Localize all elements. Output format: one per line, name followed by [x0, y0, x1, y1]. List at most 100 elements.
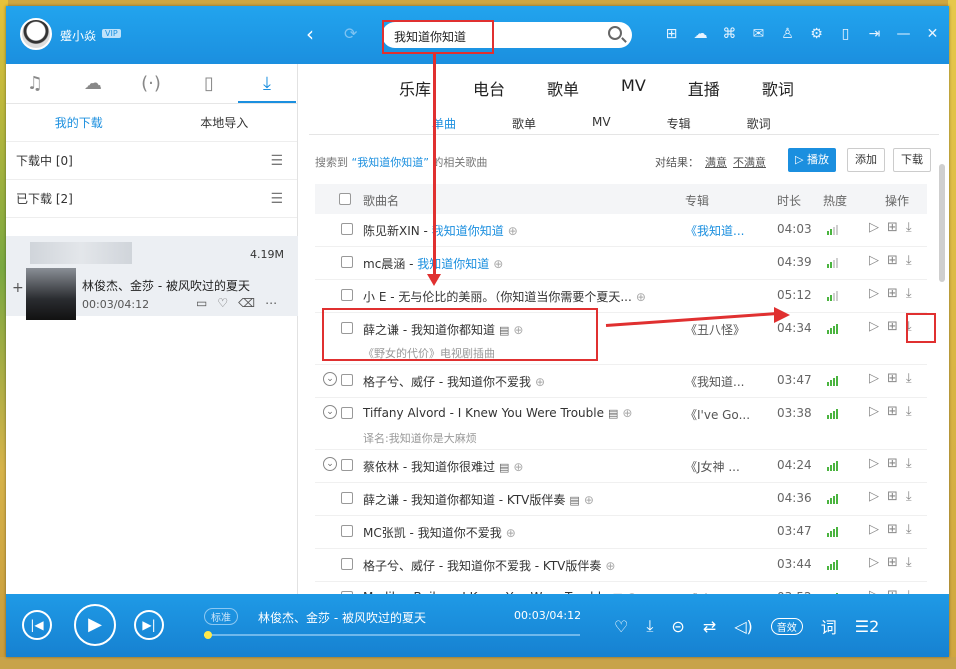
play-all-button[interactable]: ▷ 播放 — [788, 148, 836, 172]
album-name[interactable]: 《J女神 ... — [685, 458, 765, 475]
previous-icon[interactable]: |◀ — [22, 610, 52, 640]
song-row[interactable]: ⌄ 格子兮、威仔 - 我知道你不爱我 ⊕ 《我知道... 03:47 ▷ ⊞ ⤓ — [315, 365, 927, 398]
downloading-group[interactable]: 下载中 [0] ☰ — [6, 142, 297, 180]
add-row-icon[interactable]: ⊞ — [887, 456, 898, 471]
add-icon[interactable]: + — [12, 280, 24, 296]
tab-sub-mv[interactable]: MV — [592, 115, 611, 132]
next-icon[interactable]: ▶| — [134, 610, 164, 640]
play-row-icon[interactable]: ▷ — [869, 253, 879, 268]
comment-icon[interactable]: ⊝ — [671, 617, 684, 636]
cloud-icon[interactable]: ☁ — [693, 26, 708, 42]
delete-icon[interactable]: ⌫ — [238, 296, 255, 310]
mini-mode-icon[interactable]: ⇥ — [867, 26, 882, 42]
username[interactable]: 蹙小焱 — [60, 27, 96, 44]
download-row-icon[interactable]: ⤓ — [906, 489, 912, 504]
tab-my-downloads[interactable]: 我的下载 — [6, 104, 152, 141]
song-row[interactable]: 格子兮、威仔 - 我知道你不爱我 - KTV版伴奏 ⊕ 03:44 ▷ ⊞ ⤓ — [315, 549, 927, 582]
play-row-icon[interactable]: ▷ — [869, 371, 879, 386]
apps-icon[interactable]: ⊞ — [664, 26, 679, 42]
cloud-tab-icon[interactable]: ☁ — [64, 64, 122, 103]
tab-local-import[interactable]: 本地导入 — [152, 104, 298, 141]
play-row-icon[interactable]: ▷ — [869, 555, 879, 570]
add-row-icon[interactable]: ⊞ — [887, 489, 898, 504]
song-title[interactable]: 小 E - 无与伦比的美丽。（你知道当你需要个夏天... ⊕ — [363, 288, 646, 305]
download-row-icon[interactable]: ⤓ — [906, 220, 912, 235]
download-row-icon[interactable]: ⤓ — [906, 404, 912, 419]
back-arrow-icon[interactable]: ‹ — [306, 22, 314, 46]
add-row-icon[interactable]: ⊞ — [887, 220, 898, 235]
add-row-icon[interactable]: ⊞ — [887, 555, 898, 570]
radio-icon[interactable]: (·) — [122, 64, 180, 103]
add-row-icon[interactable]: ⊞ — [887, 319, 898, 334]
download-row-icon[interactable]: ⤓ — [906, 456, 912, 471]
play-row-icon[interactable]: ▷ — [869, 319, 879, 334]
song-title[interactable]: Tiffany Alvord - I Knew You Were Trouble… — [363, 406, 632, 420]
tab-album[interactable]: 专辑 — [667, 115, 691, 132]
heart-icon[interactable]: ♡ — [217, 296, 228, 310]
song-title[interactable]: 格子兮、威仔 - 我知道你不爱我 ⊕ — [363, 373, 545, 390]
song-checkbox[interactable] — [341, 374, 353, 386]
song-row[interactable]: ⌄ 蔡依林 - 我知道你很难过 ▤ ⊕ 《J女神 ... 04:24 ▷ ⊞ ⤓ — [315, 450, 927, 483]
close-icon[interactable]: ✕ — [925, 26, 940, 42]
volume-icon[interactable]: ◁) — [734, 617, 753, 636]
tab-sub-playlists[interactable]: 歌单 — [512, 115, 536, 132]
add-row-icon[interactable]: ⊞ — [887, 404, 898, 419]
song-row[interactable]: 薛之谦 - 我知道你都知道 - KTV版伴奏 ▤ ⊕ 04:36 ▷ ⊞ ⤓ — [315, 483, 927, 516]
mv-icon[interactable]: ▤ — [499, 461, 509, 474]
mail-icon[interactable]: ✉ — [751, 26, 766, 42]
menu-icon[interactable]: ☰ — [270, 142, 283, 180]
music-note-icon[interactable]: ♫ — [6, 64, 64, 103]
lyrics-button[interactable]: 词 — [821, 614, 837, 638]
song-title[interactable]: 陈见新XIN - 我知道你知道 ⊕ — [363, 222, 518, 239]
add-row-icon[interactable]: ⊞ — [887, 371, 898, 386]
settings-gear-icon[interactable]: ⚙ — [809, 26, 824, 42]
song-title[interactable]: 蔡依林 - 我知道你很难过 ▤ ⊕ — [363, 458, 523, 475]
play-row-icon[interactable]: ▷ — [869, 220, 879, 235]
tab-playlists[interactable]: 歌单 — [547, 76, 579, 100]
download-row-icon[interactable]: ⤓ — [906, 253, 912, 268]
download-row-icon[interactable]: ⤓ — [906, 371, 912, 386]
song-title[interactable]: 薛之谦 - 我知道你都知道 - KTV版伴奏 ▤ ⊕ — [363, 491, 594, 508]
tab-radio[interactable]: 电台 — [473, 76, 505, 100]
repeat-icon[interactable]: ⇄ — [703, 617, 716, 636]
play-row-icon[interactable]: ▷ — [869, 522, 879, 537]
song-checkbox[interactable] — [341, 558, 353, 570]
rating-bad-link[interactable]: 不满意 — [733, 156, 766, 169]
gamepad-icon[interactable]: ⌘ — [722, 26, 737, 42]
download-row-icon[interactable]: ⤓ — [906, 522, 912, 537]
expand-icon[interactable]: ⌄ — [323, 457, 337, 471]
song-checkbox[interactable] — [341, 525, 353, 537]
tab-mv[interactable]: MV — [621, 76, 646, 100]
song-title[interactable]: MC张凯 - 我知道你不爱我 ⊕ — [363, 524, 516, 541]
album-name[interactable]: 《I've Go... — [685, 406, 765, 423]
mv-icon[interactable]: ▤ — [569, 494, 579, 507]
tab-live[interactable]: 直播 — [688, 76, 720, 100]
more-icon[interactable]: ⋯ — [265, 296, 277, 310]
add-row-icon[interactable]: ⊞ — [887, 286, 898, 301]
favorite-heart-icon[interactable]: ♡ — [614, 617, 628, 636]
search-icon[interactable] — [608, 26, 622, 40]
play-row-icon[interactable]: ▷ — [869, 404, 879, 419]
device-icon[interactable]: ▯ — [180, 64, 238, 103]
song-checkbox[interactable] — [341, 223, 353, 235]
song-checkbox[interactable] — [341, 492, 353, 504]
expand-icon[interactable]: ⌄ — [323, 372, 337, 386]
download-row-icon[interactable]: ⤓ — [906, 286, 912, 301]
queue-count[interactable]: ☰2 — [855, 617, 880, 636]
tab-sub-lyrics[interactable]: 歌词 — [747, 115, 771, 132]
song-row[interactable]: ⌄ Tiffany Alvord - I Knew You Were Troubl… — [315, 398, 927, 450]
scrollbar[interactable] — [939, 164, 945, 594]
skin-icon[interactable]: ♙ — [780, 26, 795, 42]
minimize-icon[interactable]: — — [896, 26, 911, 42]
album-name[interactable]: 《丑八怪》 — [685, 321, 765, 338]
tab-library[interactable]: 乐库 — [399, 76, 431, 100]
album-name[interactable]: 《我知道... — [685, 373, 765, 390]
rating-good-link[interactable]: 满意 — [705, 156, 727, 169]
menu-icon[interactable]: ☰ — [270, 180, 283, 218]
sound-effect-button[interactable]: 音效 — [770, 617, 803, 635]
song-row[interactable]: MC张凯 - 我知道你不爱我 ⊕ 03:47 ▷ ⊞ ⤓ — [315, 516, 927, 549]
progress-knob[interactable] — [203, 631, 212, 639]
play-row-icon[interactable]: ▷ — [869, 489, 879, 504]
scrollbar-thumb[interactable] — [939, 164, 945, 282]
song-checkbox[interactable] — [341, 256, 353, 268]
